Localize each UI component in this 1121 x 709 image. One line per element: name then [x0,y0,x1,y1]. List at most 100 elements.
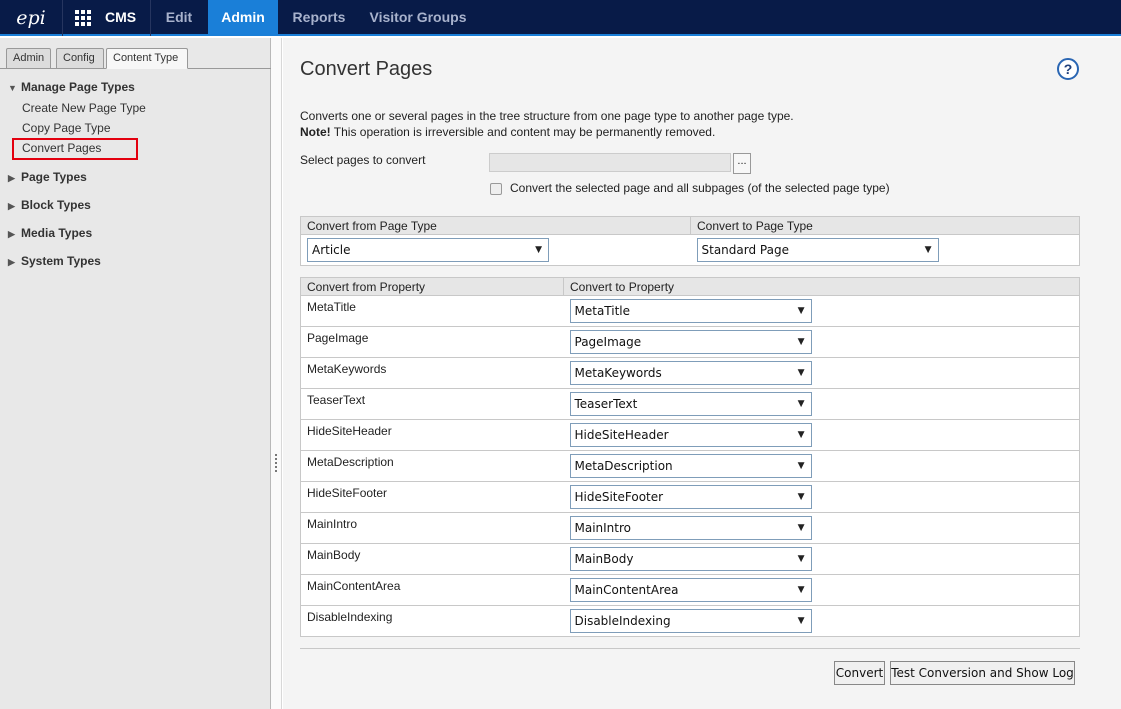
group-block-types[interactable]: ▶ Block Types [8,198,91,212]
to-property-select[interactable]: HideSiteFooter ▼ [569,485,812,509]
to-property-cell: HideSiteHeader ▼ [563,419,1080,451]
to-property-value: PageImage [574,335,642,349]
page-title: Convert Pages [300,58,433,80]
nav-reports[interactable]: Reports [282,0,356,36]
panel-splitter[interactable] [271,38,282,709]
epi-logo[interactable]: epi [0,0,63,36]
table-row: MetaKeywords MetaKeywords ▼ [300,357,1080,389]
group-label: Block Types [21,198,91,212]
from-property-name: TeaserText [300,388,564,420]
group-media-types[interactable]: ▶ Media Types [8,226,92,240]
to-page-type-select[interactable]: Standard Page ▼ [696,238,939,262]
admin-sidebar: Admin Config Content Type ▼ Manage Page T… [0,38,271,709]
sidebar-item-create-new-page-type[interactable]: Create New Page Type [22,101,146,115]
app-grid-icon[interactable] [75,10,91,26]
sidebar-item-copy-page-type[interactable]: Copy Page Type [22,121,111,135]
to-property-cell: MainIntro ▼ [563,512,1080,544]
to-property-cell: MetaDescription ▼ [563,450,1080,482]
to-property-cell: MainContentArea ▼ [563,574,1080,606]
to-property-select[interactable]: DisableIndexing ▼ [569,609,812,633]
to-property-value: TeaserText [574,397,638,411]
to-page-type-cell: Standard Page ▼ [690,234,1080,266]
tab-admin[interactable]: Admin [6,48,51,69]
table-row: DisableIndexing DisableIndexing ▼ [300,605,1080,637]
to-property-select[interactable]: MetaTitle ▼ [569,299,812,323]
dropdown-arrow-icon: ▼ [535,245,542,255]
from-property-name: MetaDescription [300,450,564,482]
tab-content-type[interactable]: Content Type [106,48,188,69]
to-property-cell: TeaserText ▼ [563,388,1080,420]
to-page-type-value: Standard Page [701,243,789,257]
dropdown-arrow-icon: ▼ [797,492,805,502]
browse-pages-button[interactable]: ... [733,153,751,174]
to-property-select[interactable]: MetaDescription ▼ [569,454,812,478]
nav-visitor-groups[interactable]: Visitor Groups [362,0,474,36]
group-manage-page-types[interactable]: ▼ Manage Page Types [8,80,135,94]
page-description: Converts one or several pages in the tre… [300,108,794,140]
table-row: MainContentArea MainContentArea ▼ [300,574,1080,606]
to-property-value: MetaKeywords [574,366,662,380]
to-property-cell: PageImage ▼ [563,326,1080,358]
nav-admin[interactable]: Admin [208,0,278,36]
to-property-select[interactable]: MetaKeywords ▼ [569,361,812,385]
help-icon[interactable]: ? [1057,58,1079,80]
from-property-name: MainBody [300,543,564,575]
to-property-header: Convert to Property [563,277,1080,296]
to-property-select[interactable]: MainIntro ▼ [569,516,812,540]
dropdown-arrow-icon: ▼ [797,368,805,378]
table-row: MainBody MainBody ▼ [300,543,1080,575]
collapsed-arrow-icon: ▶ [8,257,15,267]
cms-label[interactable]: CMS [105,9,136,25]
group-page-types[interactable]: ▶ Page Types [8,170,87,184]
from-property-name: DisableIndexing [300,605,564,637]
to-property-select[interactable]: MainContentArea ▼ [569,578,812,602]
table-row: MetaDescription MetaDescription ▼ [300,450,1080,482]
expanded-arrow-icon: ▼ [8,83,17,93]
test-conversion-button[interactable]: Test Conversion and Show Log [890,661,1075,685]
to-property-select[interactable]: PageImage ▼ [569,330,812,354]
property-mapping-table: Convert from Property Convert to Propert… [300,277,1080,637]
to-property-value: HideSiteHeader [574,428,669,442]
to-property-select[interactable]: MainBody ▼ [569,547,812,571]
dropdown-arrow-icon: ▼ [797,306,805,316]
to-property-cell: DisableIndexing ▼ [563,605,1080,637]
tab-config[interactable]: Config [56,48,104,69]
from-property-header: Convert from Property [300,277,564,296]
note-line: Note! This operation is irreversible and… [300,124,794,140]
subpages-checkbox-label: Convert the selected page and all subpag… [510,181,890,195]
nav-edit[interactable]: Edit [151,0,207,36]
group-label: Page Types [21,170,87,184]
from-page-type-value: Article [312,243,351,257]
to-property-select[interactable]: TeaserText ▼ [569,392,812,416]
to-property-value: DisableIndexing [574,614,671,628]
note-label: Note! [300,125,331,139]
from-page-type-select[interactable]: Article ▼ [307,238,549,262]
select-pages-field[interactable] [489,153,731,172]
collapsed-arrow-icon: ▶ [8,229,15,239]
from-property-name: MetaTitle [300,295,564,327]
to-property-value: MainContentArea [574,583,679,597]
group-system-types[interactable]: ▶ System Types [8,254,101,268]
note-text: This operation is irreversible and conte… [330,125,716,139]
footer-separator [300,648,1080,649]
to-property-select[interactable]: HideSiteHeader ▼ [569,423,812,447]
dropdown-arrow-icon: ▼ [797,461,805,471]
splitter-grip-icon[interactable] [275,454,277,474]
to-property-cell: MetaKeywords ▼ [563,357,1080,389]
subpages-checkbox[interactable] [490,183,502,195]
collapsed-arrow-icon: ▶ [8,201,15,211]
dropdown-arrow-icon: ▼ [797,554,805,564]
to-property-value: MetaTitle [574,304,631,318]
to-property-value: MainIntro [574,521,632,535]
to-property-cell: MainBody ▼ [563,543,1080,575]
to-property-cell: HideSiteFooter ▼ [563,481,1080,513]
group-label: Manage Page Types [21,80,135,94]
dropdown-arrow-icon: ▼ [797,585,805,595]
convert-button[interactable]: Convert [834,661,885,685]
selection-highlight-box [12,138,138,160]
to-property-value: MetaDescription [574,459,673,473]
from-property-name: HideSiteFooter [300,481,564,513]
dropdown-arrow-icon: ▼ [797,430,805,440]
dropdown-arrow-icon: ▼ [797,337,805,347]
top-navigation-bar: epi CMS Edit Admin Reports Visitor Group… [0,0,1121,36]
